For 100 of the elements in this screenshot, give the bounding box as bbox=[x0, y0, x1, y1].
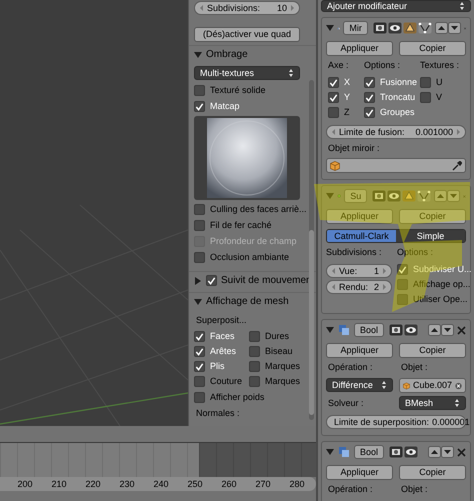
checkbox[interactable] bbox=[397, 264, 408, 275]
button[interactable]: Appliquer bbox=[326, 41, 393, 56]
frame-ruler[interactable]: 200 210 220 230 240 250 260 270 280 bbox=[0, 477, 316, 491]
eye-icon[interactable] bbox=[404, 446, 418, 458]
checkbox[interactable] bbox=[420, 77, 431, 88]
eye-icon[interactable] bbox=[404, 324, 418, 336]
checkbox[interactable] bbox=[364, 77, 375, 88]
button[interactable]: Appliquer bbox=[326, 465, 393, 480]
checkbox[interactable] bbox=[194, 101, 205, 112]
shading-dropdown[interactable]: Multi-textures bbox=[194, 66, 300, 80]
button[interactable]: Copier bbox=[399, 41, 466, 56]
checkbox-label: Faces bbox=[210, 332, 235, 341]
checkbox[interactable] bbox=[328, 92, 339, 103]
checkbox[interactable] bbox=[364, 92, 375, 103]
move-up-icon[interactable] bbox=[434, 22, 448, 34]
camera-icon[interactable] bbox=[389, 324, 404, 336]
segment-tab[interactable]: Simple bbox=[396, 230, 465, 242]
matcap-preview[interactable] bbox=[194, 116, 300, 200]
column-title: Subdivisions : bbox=[326, 248, 383, 259]
checkbox[interactable] bbox=[249, 331, 260, 342]
name-field[interactable]: Mir bbox=[343, 21, 368, 35]
segment-tab[interactable]: Catmull-Clark bbox=[327, 230, 396, 242]
checkbox[interactable] bbox=[194, 376, 205, 387]
button[interactable]: Copier bbox=[399, 343, 466, 358]
checkbox[interactable] bbox=[364, 107, 375, 118]
checkbox[interactable] bbox=[397, 279, 408, 290]
collapse-icon[interactable] bbox=[326, 326, 334, 334]
collapse-icon[interactable] bbox=[194, 298, 202, 306]
checkbox-label: Fil de fer caché bbox=[210, 221, 272, 230]
number-field[interactable]: Limite de fusion: 0.001000 bbox=[326, 125, 466, 139]
frame-number: 240 bbox=[152, 480, 170, 488]
boolean-modifier-icon[interactable] bbox=[337, 324, 351, 336]
checkbox-label: Marques bbox=[265, 377, 300, 386]
checkbox[interactable] bbox=[194, 252, 205, 263]
number-field[interactable]: Vue: 1 bbox=[326, 264, 392, 278]
cage-icon[interactable] bbox=[418, 22, 432, 34]
cube-icon[interactable] bbox=[403, 380, 410, 390]
boolean-modifier-icon[interactable] bbox=[337, 446, 351, 458]
checkbox[interactable] bbox=[397, 294, 408, 305]
collapse-icon[interactable] bbox=[326, 448, 334, 456]
operation-dropdown[interactable]: Différence bbox=[326, 378, 393, 392]
timeline[interactable] bbox=[0, 443, 316, 477]
collapse-icon[interactable] bbox=[194, 50, 202, 58]
checkbox[interactable] bbox=[328, 107, 339, 118]
camera-icon[interactable] bbox=[389, 446, 404, 458]
frame-number: 280 bbox=[288, 480, 306, 488]
move-up-icon[interactable] bbox=[428, 324, 441, 336]
collapse-icon[interactable] bbox=[326, 192, 334, 200]
expand-icon[interactable] bbox=[194, 276, 202, 284]
section-title[interactable]: Affichage de mesh bbox=[206, 296, 289, 306]
checkbox[interactable] bbox=[194, 331, 205, 342]
solver-dropdown[interactable]: BMesh bbox=[399, 396, 466, 410]
checkbox[interactable] bbox=[328, 77, 339, 88]
clear-icon[interactable] bbox=[455, 380, 462, 390]
close-icon[interactable] bbox=[457, 448, 466, 456]
close-icon[interactable] bbox=[457, 326, 466, 334]
updown-arrow-icon[interactable] bbox=[454, 398, 460, 408]
eye-icon[interactable] bbox=[388, 22, 402, 34]
button[interactable]: (Dés)activer vue quad bbox=[194, 27, 300, 42]
button[interactable]: Copier bbox=[399, 465, 466, 480]
field-label: Objet : bbox=[400, 363, 429, 374]
decrement-arrow-icon[interactable] bbox=[199, 4, 204, 12]
section-title[interactable]: Ombrage bbox=[206, 50, 248, 60]
number-field[interactable]: Subdivisions: 10 bbox=[194, 1, 300, 15]
checkbox[interactable] bbox=[194, 220, 205, 231]
cube-icon[interactable] bbox=[330, 160, 340, 170]
move-down-icon[interactable] bbox=[448, 22, 461, 34]
name-field[interactable]: Bool bbox=[354, 323, 384, 337]
frame-number: 250 bbox=[186, 480, 204, 488]
updown-arrow-icon[interactable] bbox=[381, 380, 387, 390]
object-field[interactable]: Cube.007 bbox=[399, 378, 466, 393]
button[interactable]: Appliquer bbox=[326, 343, 393, 358]
checkbox[interactable] bbox=[194, 85, 205, 96]
camera-icon[interactable] bbox=[372, 22, 387, 34]
scrollbar[interactable] bbox=[309, 80, 314, 420]
section-label: Superposit... bbox=[195, 314, 248, 327]
number-field[interactable]: Rendu: 2 bbox=[326, 280, 392, 294]
checkbox[interactable] bbox=[249, 376, 260, 387]
object-field[interactable] bbox=[326, 158, 466, 173]
edit-mode-icon[interactable] bbox=[402, 22, 417, 34]
increment-arrow-icon[interactable] bbox=[290, 4, 295, 12]
name-field[interactable]: Bool bbox=[354, 445, 384, 459]
add-modifier-dropdown[interactable]: Ajouter modificateur bbox=[321, 0, 471, 12]
checkbox[interactable] bbox=[194, 346, 205, 357]
decrement-arrow-icon[interactable] bbox=[331, 128, 336, 136]
checkbox[interactable] bbox=[249, 346, 260, 357]
checkbox[interactable] bbox=[194, 204, 205, 215]
move-down-icon[interactable] bbox=[441, 324, 454, 336]
move-up-icon[interactable] bbox=[428, 446, 441, 458]
increment-arrow-icon[interactable] bbox=[456, 128, 461, 136]
move-down-icon[interactable] bbox=[441, 446, 454, 458]
updown-arrow-icon[interactable] bbox=[288, 68, 294, 78]
updown-arrow-icon[interactable] bbox=[459, 1, 465, 11]
checkbox[interactable] bbox=[249, 361, 260, 372]
eyedropper-icon[interactable] bbox=[452, 160, 462, 170]
checkbox[interactable] bbox=[194, 392, 205, 403]
checkbox[interactable] bbox=[206, 275, 217, 286]
checkbox[interactable] bbox=[194, 361, 205, 372]
checkbox[interactable] bbox=[420, 92, 431, 103]
collapse-icon[interactable] bbox=[326, 24, 334, 32]
